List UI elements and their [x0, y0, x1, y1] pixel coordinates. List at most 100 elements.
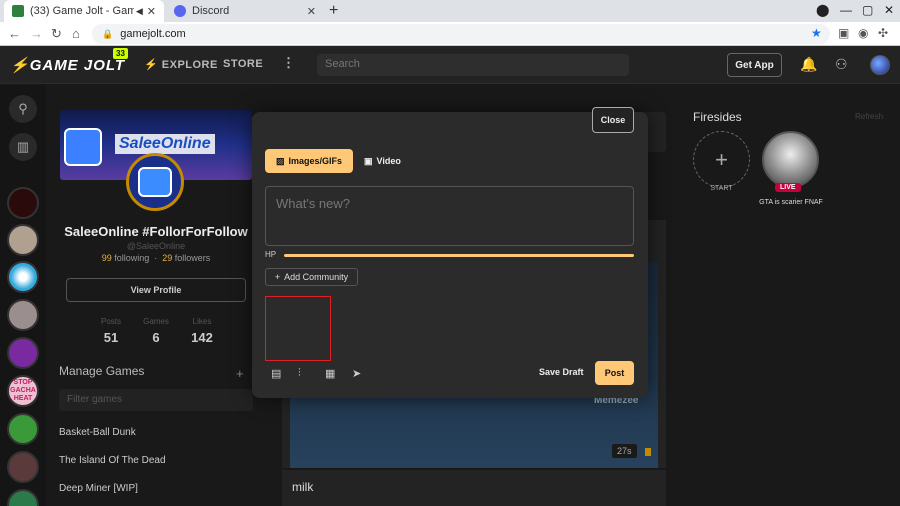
article-icon[interactable]: ▤	[271, 367, 281, 380]
following-count[interactable]: 99	[102, 253, 112, 263]
friends-icon[interactable]: ⚇	[835, 56, 848, 73]
community-avatar[interactable]	[7, 224, 39, 256]
profile-menu-icon[interactable]: ⬤	[816, 3, 829, 17]
sliders-icon[interactable]: ⫶	[298, 367, 301, 380]
more-menu-icon[interactable]: ⋮	[282, 55, 296, 71]
follow-counts: 99 following · 29 followers	[101, 253, 211, 263]
tab-close-icon[interactable]: ✕	[147, 5, 156, 18]
feed-post-title-bar: milk	[282, 470, 666, 506]
search-input[interactable]: Search	[317, 54, 629, 76]
view-profile-button[interactable]: View Profile	[66, 278, 246, 302]
add-community-button[interactable]: + Add Community	[265, 268, 358, 286]
save-draft-button[interactable]: Save Draft	[539, 367, 584, 377]
start-fireside-button[interactable]: +	[693, 131, 750, 188]
image-icon: ▨	[275, 155, 285, 166]
start-label: START	[710, 185, 733, 192]
community-avatar-stop-gacha[interactable]: STOP GACHA HEAT	[7, 375, 39, 407]
lock-icon: 🔒	[102, 28, 114, 39]
community-avatar[interactable]	[7, 451, 39, 483]
add-game-icon[interactable]: +	[236, 366, 244, 381]
extension-icon[interactable]: ▣	[838, 26, 849, 40]
refresh-link[interactable]: Refresh	[855, 112, 883, 121]
game-list-item[interactable]: Basket-Ball Dunk	[59, 427, 136, 438]
pause-icon[interactable]	[645, 448, 651, 456]
stat-games[interactable]: Games 6	[131, 317, 181, 345]
minimize-icon[interactable]: —	[840, 3, 852, 17]
plus-icon: +	[715, 146, 728, 172]
followers-count[interactable]: 29	[162, 253, 172, 263]
url-text: gamejolt.com	[120, 28, 186, 40]
hp-label: HP	[265, 250, 277, 259]
back-icon[interactable]: ←	[8, 26, 21, 41]
profile-handle: @SaleeOnline	[126, 241, 186, 251]
followers-label[interactable]: followers	[175, 253, 211, 263]
video-duration: 27s	[612, 444, 637, 458]
following-label[interactable]: following	[114, 253, 149, 263]
banner-cat-image	[64, 128, 102, 166]
community-avatar[interactable]	[7, 299, 39, 331]
profile-sidebar: SaleeOnline SaleeOnline #FollorForFollow…	[46, 85, 266, 506]
window-close-icon[interactable]: ✕	[884, 3, 894, 17]
fireside-avatar[interactable]	[762, 131, 819, 188]
nav-store[interactable]: STORE	[223, 58, 263, 70]
tab-title: (33) Game Jolt - Games for	[30, 5, 134, 17]
firesides-title: Firesides	[693, 110, 742, 124]
community-avatar[interactable]	[7, 337, 39, 369]
tab-close-icon[interactable]: ✕	[307, 5, 316, 18]
compass-icon: ⚡	[144, 59, 162, 71]
plus-icon: +	[274, 272, 281, 282]
bookmark-star-icon[interactable]: ★	[811, 26, 822, 40]
post-title[interactable]: milk	[292, 480, 313, 494]
community-avatar[interactable]	[7, 187, 39, 219]
film-icon: ▣	[364, 155, 373, 166]
fireside-name[interactable]: GTA is scarier FNAF	[755, 198, 827, 207]
get-app-button[interactable]: Get App	[727, 53, 782, 77]
live-badge: LIVE	[775, 183, 801, 192]
community-avatar[interactable]	[7, 261, 39, 293]
tab-images-gifs[interactable]: ▨ Images/GIFs	[265, 149, 353, 173]
browser-tab-gamejolt[interactable]: (33) Game Jolt - Games for ◀ ✕	[4, 0, 164, 22]
nav-explore[interactable]: ⚡ EXPLORE	[144, 58, 218, 71]
forward-icon[interactable]: →	[30, 26, 43, 41]
user-avatar[interactable]	[870, 55, 890, 75]
community-avatar[interactable]	[7, 413, 39, 445]
home-icon[interactable]: ⌂	[72, 26, 80, 41]
puzzle-icon[interactable]: ✣	[878, 26, 888, 40]
notification-count-badge: 33	[113, 48, 128, 59]
library-icon[interactable]: ▥	[9, 133, 37, 161]
game-list-item[interactable]: Deep Miner [WIP]	[59, 483, 138, 494]
filter-games-input[interactable]: Filter games	[59, 389, 253, 411]
tab-video[interactable]: ▣ Video	[364, 149, 401, 173]
game-list-item[interactable]: The Island Of The Dead	[59, 455, 166, 466]
close-button[interactable]: Close	[592, 107, 634, 133]
avatar-cat-image	[138, 167, 172, 197]
left-rail: ⚲ ▥ STOP GACHA HEAT	[0, 85, 46, 506]
reload-icon[interactable]: ↻	[51, 26, 62, 42]
new-tab-button[interactable]: +	[329, 2, 338, 20]
url-input[interactable]: 🔒 gamejolt.com	[92, 24, 830, 44]
game-controller-icon[interactable]: ⚲	[9, 95, 37, 123]
extension-icon[interactable]: ◉	[858, 26, 868, 40]
post-composer-modal: Close ▨ Images/GIFs ▣ Video What's new? …	[252, 107, 648, 398]
gamejolt-favicon-icon	[12, 5, 24, 17]
send-icon[interactable]: ➤	[352, 367, 361, 380]
browser-tab-discord[interactable]: Discord ✕	[166, 0, 324, 22]
browser-tab-bar: (33) Game Jolt - Games for ◀ ✕ Discord ✕…	[0, 0, 900, 22]
community-avatar[interactable]	[7, 489, 39, 506]
manage-games-title: Manage Games	[59, 364, 145, 378]
bell-icon[interactable]: 🔔	[800, 56, 817, 73]
gamejolt-logo[interactable]: ⚡GAME JOLT	[10, 56, 125, 74]
maximize-icon[interactable]: ▢	[862, 3, 873, 17]
profile-avatar[interactable]	[126, 153, 184, 211]
site-header: ⚡GAME JOLT 33 ⚡ EXPLORE STORE ⋮ Search G…	[0, 46, 900, 84]
browser-address-bar: ← → ↻ ⌂ 🔒 gamejolt.com ★ ▣ ◉ ✣	[0, 22, 900, 46]
stat-likes[interactable]: Likes 142	[177, 317, 227, 345]
calendar-icon[interactable]: ▦	[325, 367, 335, 380]
bolt-icon: ⚡	[10, 57, 30, 74]
stat-posts[interactable]: Posts 51	[86, 317, 136, 345]
post-button[interactable]: Post	[595, 361, 634, 385]
speaker-icon[interactable]: ◀	[136, 6, 143, 17]
post-text-input[interactable]: What's new?	[265, 186, 634, 246]
tab-title: Discord	[192, 5, 230, 17]
media-upload-area[interactable]	[265, 296, 331, 361]
